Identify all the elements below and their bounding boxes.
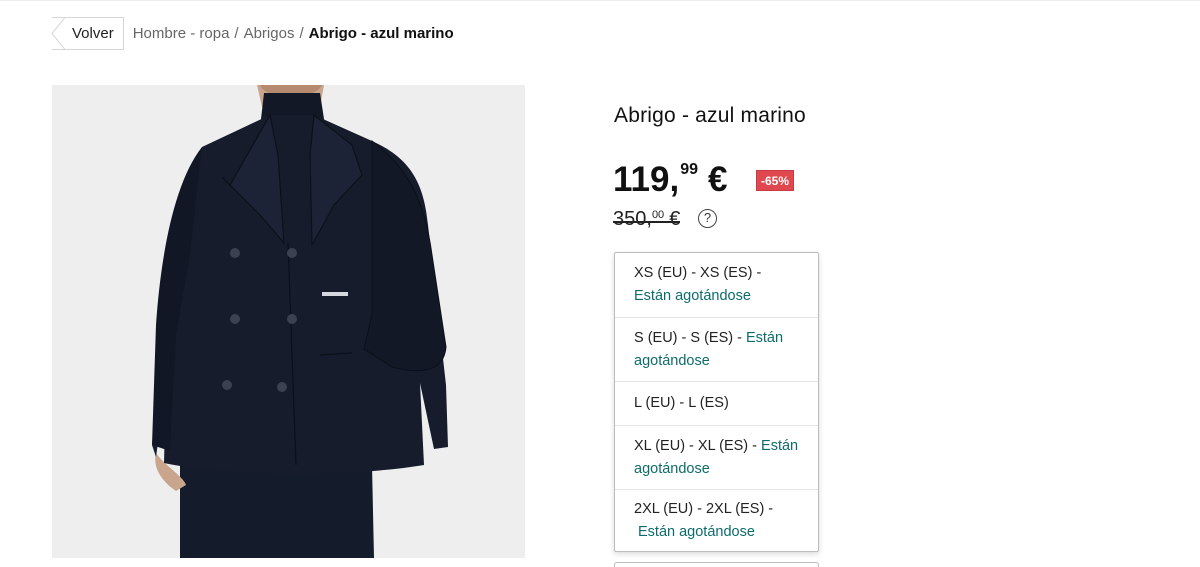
current-price: 119, 99 € [613,158,727,202]
breadcrumb-link-hombre-ropa[interactable]: Hombre - ropa [133,25,230,42]
size-option-label: 2XL (EU) - 2XL (ES) - [634,501,774,517]
old-price-strike: 350, 00 € [613,208,681,231]
size-option-label: XL (EU) - XL (ES) - [634,437,757,454]
size-option-label: S (EU) - S (ES) - [634,329,742,346]
breadcrumb-separator: / [234,25,239,42]
coat-photo [152,85,448,558]
back-button[interactable]: Volver [51,17,124,50]
breadcrumb-trail: Hombre - ropa / Abrigos / Abrigo - azul … [133,25,454,42]
size-select-field[interactable] [614,562,819,567]
top-divider [0,0,1200,1]
size-option-2xl[interactable]: 2XL (EU) - 2XL (ES) - Están agotándose [615,489,818,552]
size-stock-status: Están agotándose [634,288,751,304]
size-dropdown-list: XS (EU) - XS (ES) - Están agotándose S (… [614,252,819,552]
old-price-decimals: 00 [651,209,665,221]
size-option-l[interactable]: L (EU) - L (ES) [615,381,818,425]
size-option-label: XS (EU) - XS (ES) - [634,265,762,281]
old-price-currency: € [669,208,681,230]
size-option-xl[interactable]: XL (EU) - XL (ES) - Están agotándose [615,425,818,489]
back-button-label: Volver [72,25,114,42]
breadcrumb: Volver Hombre - ropa / Abrigos / Abrigo … [51,17,454,50]
chevron-left-icon [51,17,65,50]
question-circle-icon[interactable]: ? [698,209,717,228]
size-option-s[interactable]: S (EU) - S (ES) - Están agotándose [615,317,818,381]
size-option-label: L (EU) - L (ES) [634,395,729,411]
breadcrumb-link-abrigos[interactable]: Abrigos [244,25,295,42]
breadcrumb-separator: / [299,25,304,42]
price-integer: 119, [613,160,680,199]
price-currency: € [708,160,728,199]
size-option-xs[interactable]: XS (EU) - XS (ES) - Están agotándose [615,253,818,317]
price-decimals: 99 [680,161,698,178]
breadcrumb-current: Abrigo - azul marino [308,25,454,42]
original-price: 350, 00 € [613,208,681,231]
product-image[interactable] [52,85,525,558]
discount-badge: -65% [756,170,795,191]
size-stock-status: Están agotándose [638,524,755,540]
old-price-integer: 350, [613,208,652,230]
product-title: Abrigo - azul marino [614,104,806,127]
